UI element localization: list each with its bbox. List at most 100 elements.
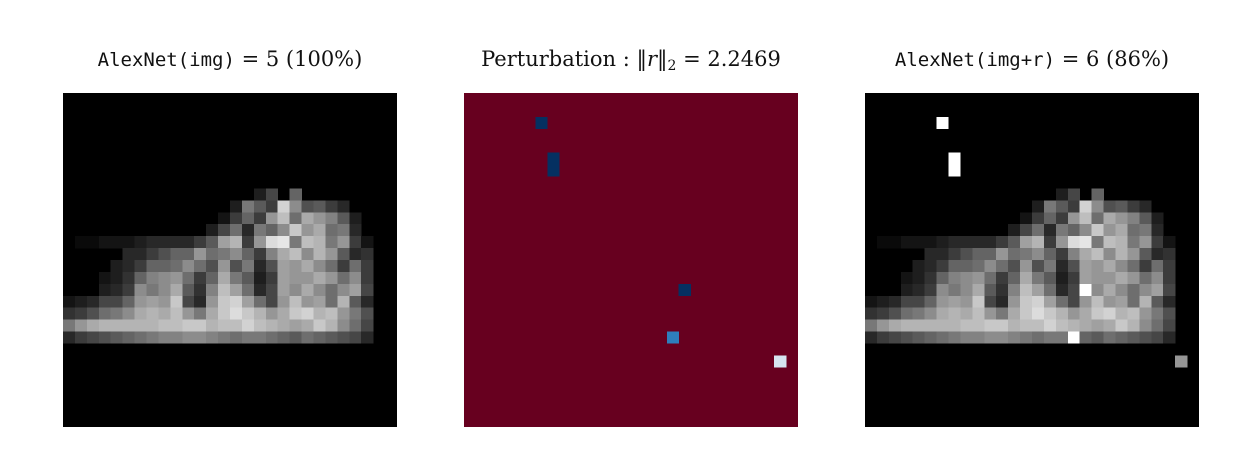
pixel xyxy=(948,295,961,308)
pixel xyxy=(134,260,147,273)
pixel xyxy=(277,248,290,261)
pixel xyxy=(1139,248,1152,261)
pixel xyxy=(253,236,267,249)
pixel xyxy=(206,260,219,273)
pixel xyxy=(170,331,183,344)
pixel xyxy=(1151,295,1164,308)
pixel xyxy=(230,236,243,249)
pixel xyxy=(1067,224,1080,237)
pixel xyxy=(325,307,338,320)
pixel xyxy=(1151,236,1164,249)
pixel xyxy=(936,295,949,308)
pixel xyxy=(936,319,949,332)
pixel xyxy=(888,331,902,344)
pixel xyxy=(1043,224,1057,237)
pixel xyxy=(277,271,290,285)
pixel xyxy=(1103,260,1116,273)
pixel xyxy=(1043,283,1057,297)
pixel xyxy=(289,295,302,308)
pixel xyxy=(1103,295,1116,308)
original-image-title: AlexNet(img) = 5 (100%) xyxy=(23,44,437,75)
pixel xyxy=(325,295,338,308)
pixel xyxy=(170,260,183,273)
pixel xyxy=(206,295,219,308)
pixel xyxy=(1055,260,1069,273)
pixel xyxy=(1151,271,1164,285)
pixel xyxy=(1091,319,1104,332)
pixel xyxy=(876,295,890,308)
pixel xyxy=(1043,200,1057,213)
pixel xyxy=(325,319,338,332)
pixel xyxy=(182,271,195,285)
pixel xyxy=(361,319,374,332)
pixel xyxy=(289,271,302,285)
pixel xyxy=(1091,248,1104,261)
pixel xyxy=(1055,224,1069,237)
pixel xyxy=(146,283,159,297)
pixel xyxy=(972,331,985,344)
pixel xyxy=(948,307,961,320)
pixel xyxy=(230,212,243,225)
pixel xyxy=(122,331,135,344)
perturbation-pixel xyxy=(535,116,548,130)
pixel xyxy=(900,271,913,285)
pixel xyxy=(301,224,314,237)
pixel xyxy=(1127,248,1140,261)
pixel xyxy=(253,212,267,225)
pixel xyxy=(301,260,314,273)
pixel xyxy=(194,271,207,285)
pixel xyxy=(996,236,1009,249)
pixel xyxy=(912,260,925,273)
norm-close: ‖ xyxy=(657,47,668,71)
pixel xyxy=(924,283,937,297)
pixel xyxy=(146,295,159,308)
pixel xyxy=(960,283,973,297)
pixel xyxy=(912,283,925,297)
pixel xyxy=(1091,188,1104,201)
pixel xyxy=(218,283,231,297)
pixel xyxy=(74,295,88,308)
pixel xyxy=(206,319,219,332)
pixel xyxy=(1139,212,1152,225)
pixel xyxy=(984,283,997,297)
pixel xyxy=(1032,212,1045,225)
pixel xyxy=(146,271,159,285)
pixel xyxy=(888,236,902,249)
pixel xyxy=(1115,236,1128,249)
pixel xyxy=(182,236,195,249)
pixel xyxy=(349,224,362,237)
pixel xyxy=(134,283,147,297)
pixel xyxy=(146,331,159,344)
pixel xyxy=(1103,200,1116,213)
pixel xyxy=(170,283,183,297)
pixel xyxy=(301,200,314,213)
pixel xyxy=(1079,331,1092,344)
pixel xyxy=(996,283,1009,297)
pixel xyxy=(122,236,135,249)
pixel xyxy=(301,248,314,261)
perturbation-pixel xyxy=(678,283,691,297)
pixel xyxy=(1067,283,1080,297)
pixel xyxy=(230,283,243,297)
pixel xyxy=(146,248,159,261)
pixel xyxy=(230,307,243,320)
pixel xyxy=(98,271,111,285)
pixel xyxy=(960,331,973,344)
pixel xyxy=(230,271,243,285)
pixel xyxy=(122,260,135,273)
pixel xyxy=(1091,236,1104,249)
pixel xyxy=(313,331,326,344)
pixel xyxy=(1103,307,1116,320)
pixel xyxy=(86,307,100,320)
pixel xyxy=(1032,224,1045,237)
pixel xyxy=(1163,331,1176,344)
pixel xyxy=(912,271,925,285)
pixel xyxy=(1127,236,1140,249)
pixel xyxy=(289,260,302,273)
pixel xyxy=(912,236,925,249)
pixel xyxy=(1127,331,1140,344)
pixel xyxy=(253,224,267,237)
pixel xyxy=(230,260,243,273)
pixel xyxy=(170,271,183,285)
pixel xyxy=(996,319,1009,332)
